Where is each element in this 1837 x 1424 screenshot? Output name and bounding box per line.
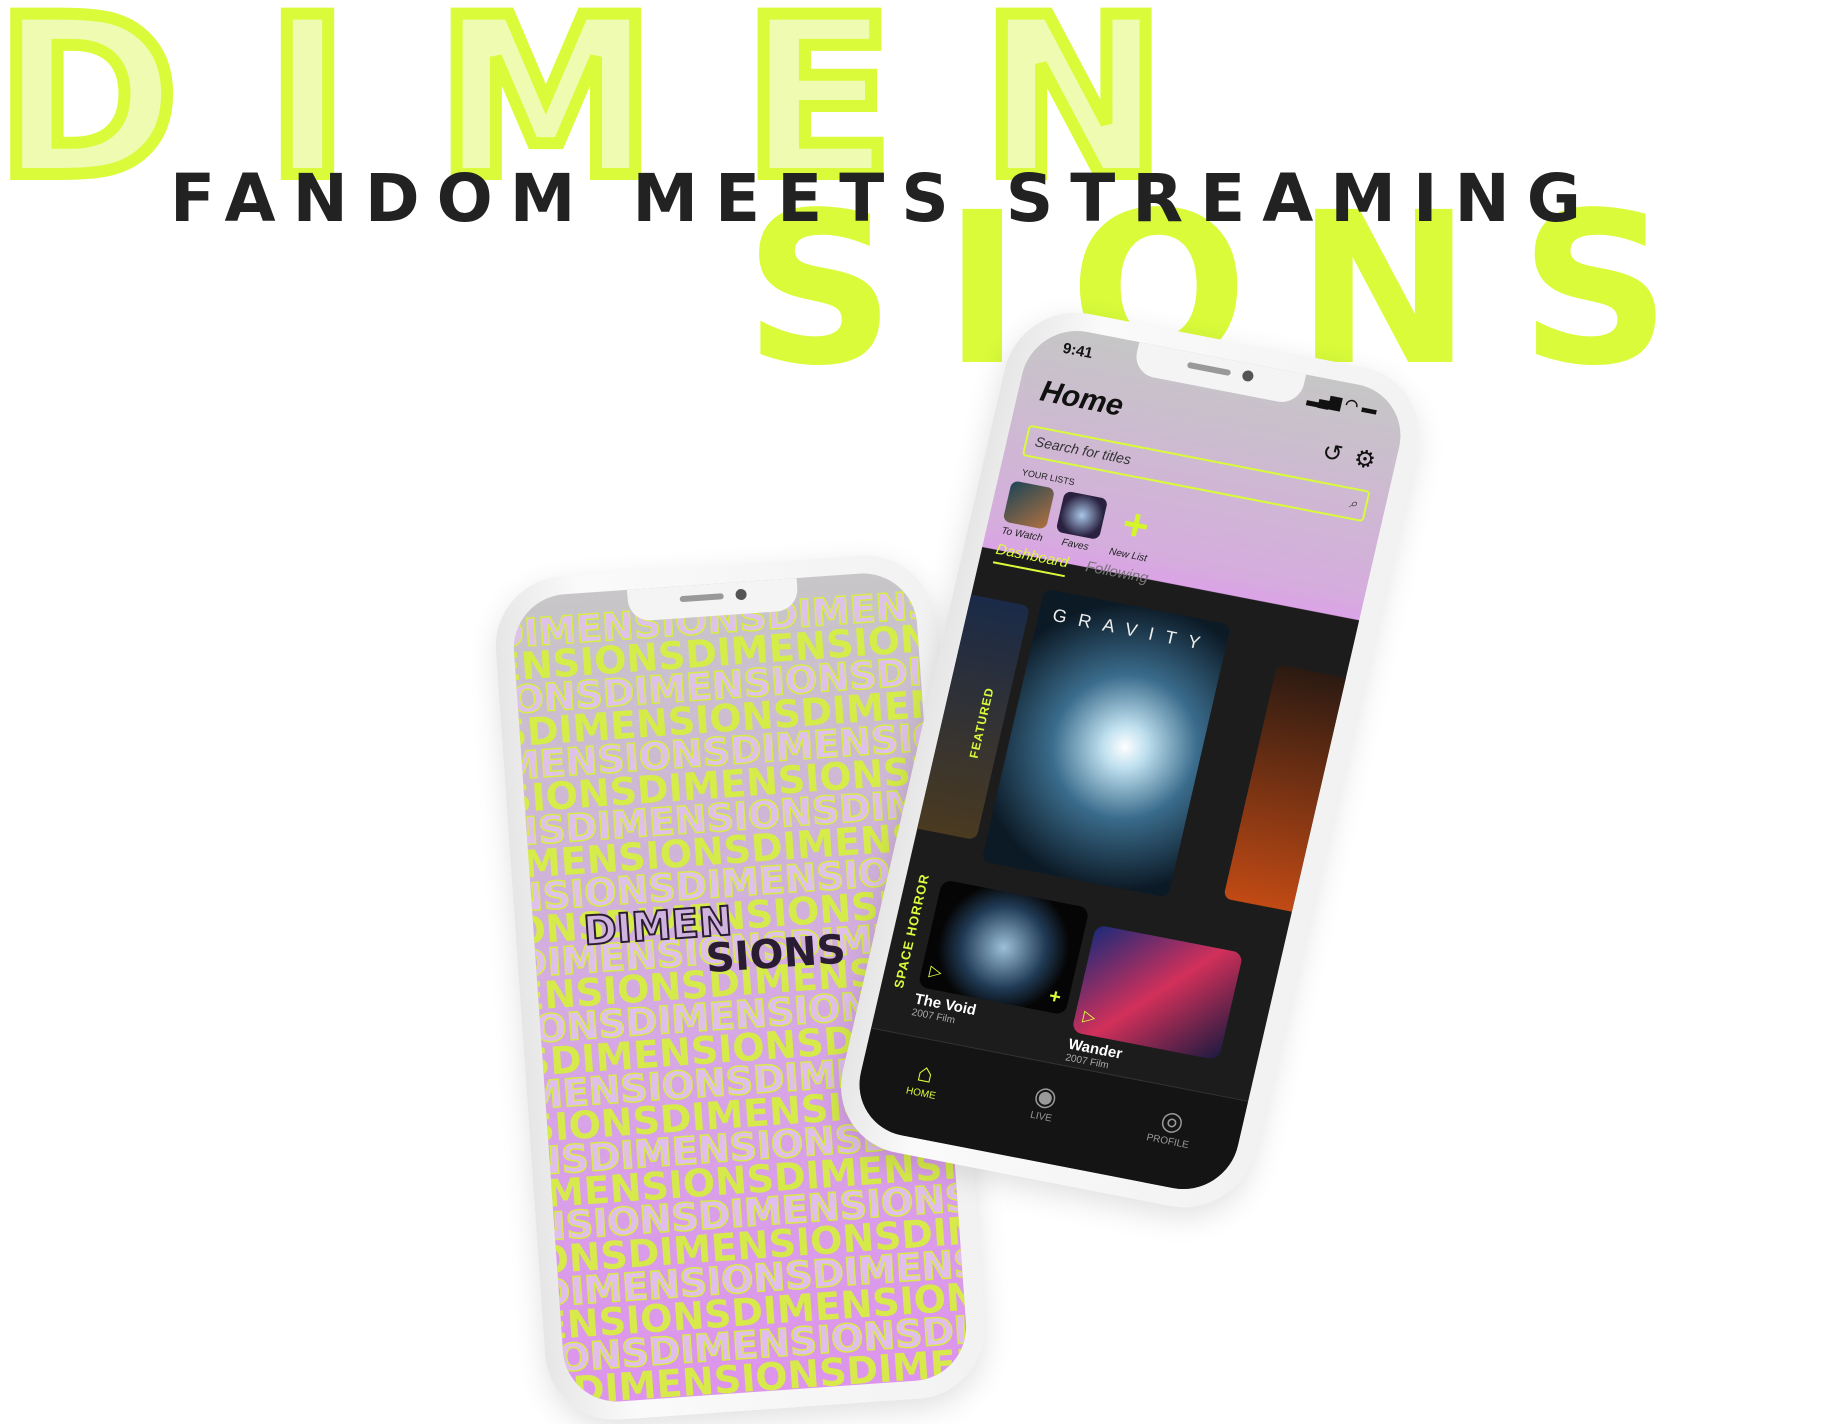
list-faves[interactable]: Faves xyxy=(1052,490,1109,555)
status-time: 9:41 xyxy=(1061,339,1095,363)
app-phone: 9:41 ▂▄▆ ◠ ▬ Home ↺ ⚙ Search for titles … xyxy=(827,300,1433,1220)
eye-broadcast-icon: ◉ xyxy=(1031,1079,1061,1113)
search-placeholder: Search for titles xyxy=(1033,433,1133,468)
nav-profile[interactable]: ◎ PROFILE xyxy=(1137,1102,1197,1189)
app-screen: 9:41 ▂▄▆ ◠ ▬ Home ↺ ⚙ Search for titles … xyxy=(848,321,1412,1199)
nav-home[interactable]: ⌂ HOME xyxy=(896,1055,944,1140)
featured-carousel[interactable]: GRAVITY FEATURED xyxy=(907,575,1356,931)
nav-live[interactable]: ◉ LIVE xyxy=(1020,1079,1061,1162)
poster-right[interactable] xyxy=(1223,664,1356,914)
search-icon[interactable]: ⌕ xyxy=(1347,494,1359,513)
title-card-the-void[interactable]: ▷ + The Void 2007 Film xyxy=(910,879,1090,1046)
poster-title: GRAVITY xyxy=(1050,604,1214,656)
tagline: FANDOM MEETS STREAMING xyxy=(170,160,1598,237)
history-icon[interactable]: ↺ xyxy=(1319,437,1346,469)
page-title: Home xyxy=(1037,374,1127,423)
splash-logo: DIMEN SIONS xyxy=(581,896,848,986)
add-icon[interactable]: + xyxy=(1046,985,1063,1010)
title-card-wander[interactable]: ▷ Wander 2007 Film xyxy=(1064,924,1244,1092)
list-label: Faves xyxy=(1060,537,1090,554)
list-to-watch[interactable]: To Watch xyxy=(999,480,1056,544)
splash-logo-line2: SIONS xyxy=(704,926,848,983)
plus-icon: + xyxy=(1116,498,1154,552)
new-list-button[interactable]: + New List xyxy=(1105,498,1161,565)
gear-icon[interactable]: ⚙ xyxy=(1351,444,1379,476)
play-icon[interactable]: ▷ xyxy=(1081,1006,1098,1028)
signal-wifi-battery-icon: ▂▄▆ ◠ ▬ xyxy=(1306,388,1379,419)
play-icon[interactable]: ▷ xyxy=(927,961,944,983)
